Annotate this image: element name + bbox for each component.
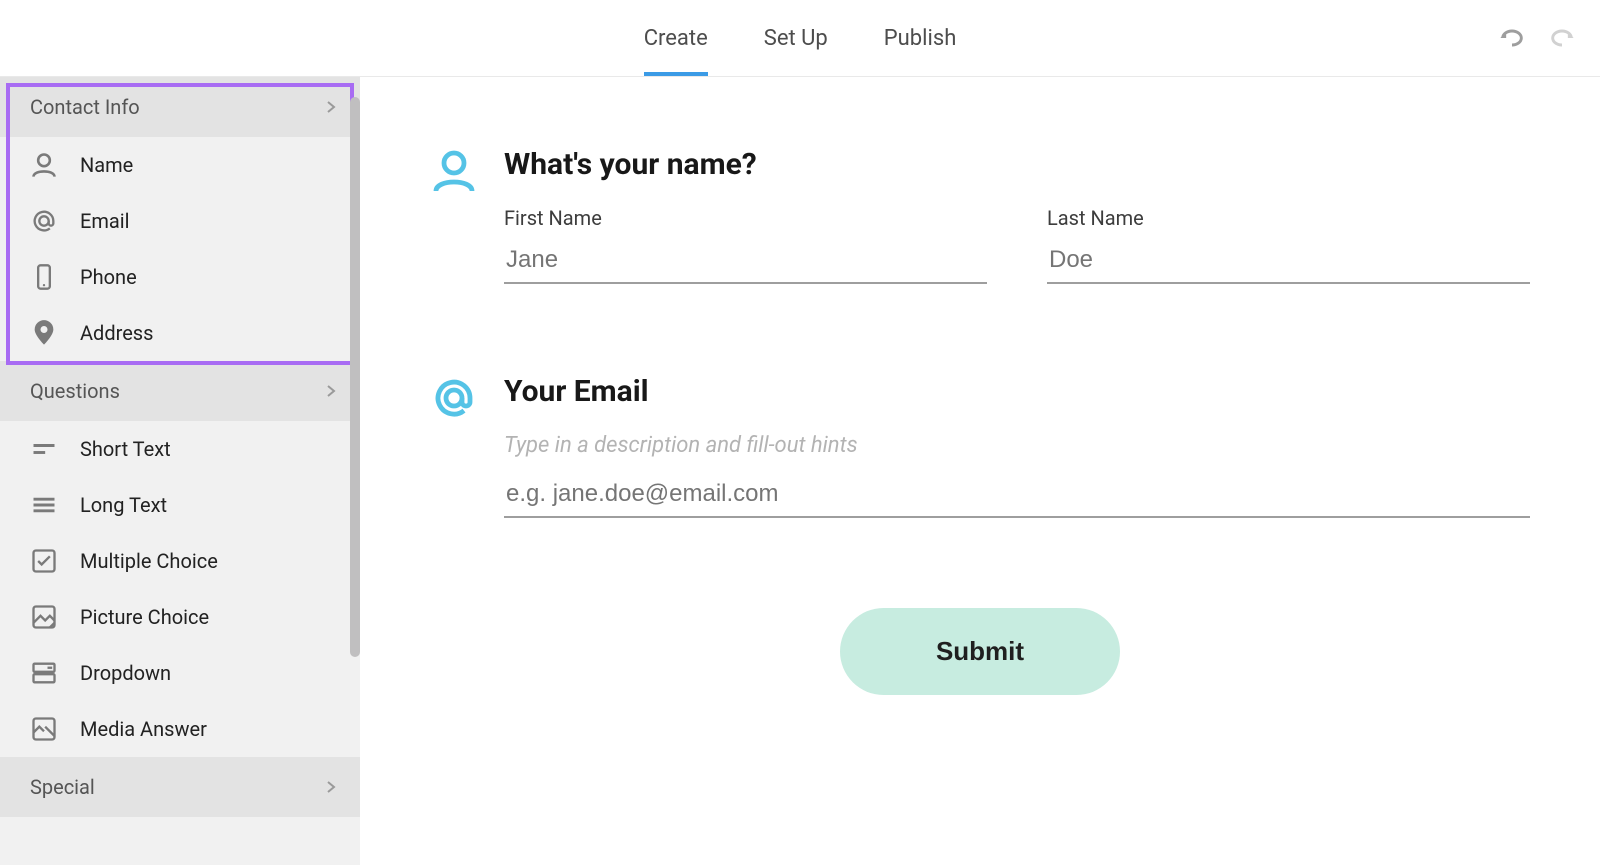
sidebar: Contact Info Name xyxy=(0,77,360,865)
checkbox-icon xyxy=(30,547,58,575)
panel-items-contact-info: Name Email Phone xyxy=(0,137,360,361)
sidebar-item-phone[interactable]: Phone xyxy=(0,249,360,305)
submit-button[interactable]: Submit xyxy=(840,608,1120,695)
sidebar-item-short-text[interactable]: Short Text xyxy=(0,421,360,477)
question-title[interactable]: Your Email xyxy=(504,374,1530,409)
field-label: First Name xyxy=(504,206,987,230)
panel-header-questions[interactable]: Questions xyxy=(0,361,360,421)
sidebar-item-picture-choice[interactable]: Picture Choice xyxy=(0,589,360,645)
tab-create[interactable]: Create xyxy=(644,0,708,76)
sidebar-item-label: Media Answer xyxy=(80,717,207,741)
person-icon xyxy=(30,151,58,179)
image-icon xyxy=(30,603,58,631)
sidebar-item-name[interactable]: Name xyxy=(0,137,360,193)
tab-publish[interactable]: Publish xyxy=(884,0,957,76)
panel-header-special[interactable]: Special xyxy=(0,757,360,817)
sidebar-item-label: Phone xyxy=(80,265,137,289)
panel-title: Special xyxy=(30,775,95,799)
short-text-icon xyxy=(30,435,58,463)
panel-items-questions: Short Text Long Text Multiple Choice xyxy=(0,421,360,757)
undo-icon[interactable] xyxy=(1498,28,1526,48)
tab-setup[interactable]: Set Up xyxy=(764,0,828,76)
field-label: Last Name xyxy=(1047,206,1530,230)
sidebar-item-label: Picture Choice xyxy=(80,605,209,629)
sidebar-item-label: Multiple Choice xyxy=(80,549,218,573)
sidebar-item-long-text[interactable]: Long Text xyxy=(0,477,360,533)
chevron-right-icon xyxy=(326,775,336,799)
submit-wrap: Submit xyxy=(430,608,1530,695)
sidebar-item-email[interactable]: Email xyxy=(0,193,360,249)
sidebar-scrollbar[interactable] xyxy=(350,97,360,657)
question-title[interactable]: What's your name? xyxy=(504,147,1530,182)
sidebar-item-media-answer[interactable]: Media Answer xyxy=(0,701,360,757)
dropdown-icon xyxy=(30,659,58,687)
chevron-right-icon xyxy=(326,379,336,403)
panel-header-contact-info[interactable]: Contact Info xyxy=(0,77,360,137)
panel-title: Contact Info xyxy=(30,95,140,119)
sidebar-item-label: Email xyxy=(80,209,130,233)
sidebar-item-label: Address xyxy=(80,321,153,345)
last-name-input[interactable] xyxy=(1047,240,1530,284)
redo-icon[interactable] xyxy=(1548,28,1576,48)
first-name-input[interactable] xyxy=(504,240,987,284)
field-last-name: Last Name xyxy=(1047,206,1530,284)
email-input[interactable] xyxy=(504,474,1530,518)
sidebar-item-address[interactable]: Address xyxy=(0,305,360,361)
header-tabs: Create Set Up Publish xyxy=(644,0,957,76)
sidebar-item-dropdown[interactable]: Dropdown xyxy=(0,645,360,701)
question-description[interactable]: Type in a description and fill-out hints xyxy=(504,433,1530,458)
sidebar-item-label: Name xyxy=(80,153,133,177)
long-text-icon xyxy=(30,491,58,519)
sidebar-item-label: Dropdown xyxy=(80,661,171,685)
at-icon xyxy=(430,374,478,422)
media-icon xyxy=(30,715,58,743)
question-email: Your Email Type in a description and fil… xyxy=(430,374,1530,518)
at-icon xyxy=(30,207,58,235)
question-name: What's your name? First Name Last Name xyxy=(430,147,1530,284)
form-canvas: What's your name? First Name Last Name xyxy=(360,77,1600,865)
header-actions xyxy=(1498,28,1576,48)
field-first-name: First Name xyxy=(504,206,987,284)
person-icon xyxy=(430,147,478,195)
sidebar-item-label: Short Text xyxy=(80,437,171,461)
sidebar-item-label: Long Text xyxy=(80,493,167,517)
phone-icon xyxy=(30,263,58,291)
app-header: Create Set Up Publish xyxy=(0,0,1600,77)
chevron-right-icon xyxy=(326,95,336,119)
panel-title: Questions xyxy=(30,379,120,403)
pin-icon xyxy=(30,319,58,347)
sidebar-item-multiple-choice[interactable]: Multiple Choice xyxy=(0,533,360,589)
